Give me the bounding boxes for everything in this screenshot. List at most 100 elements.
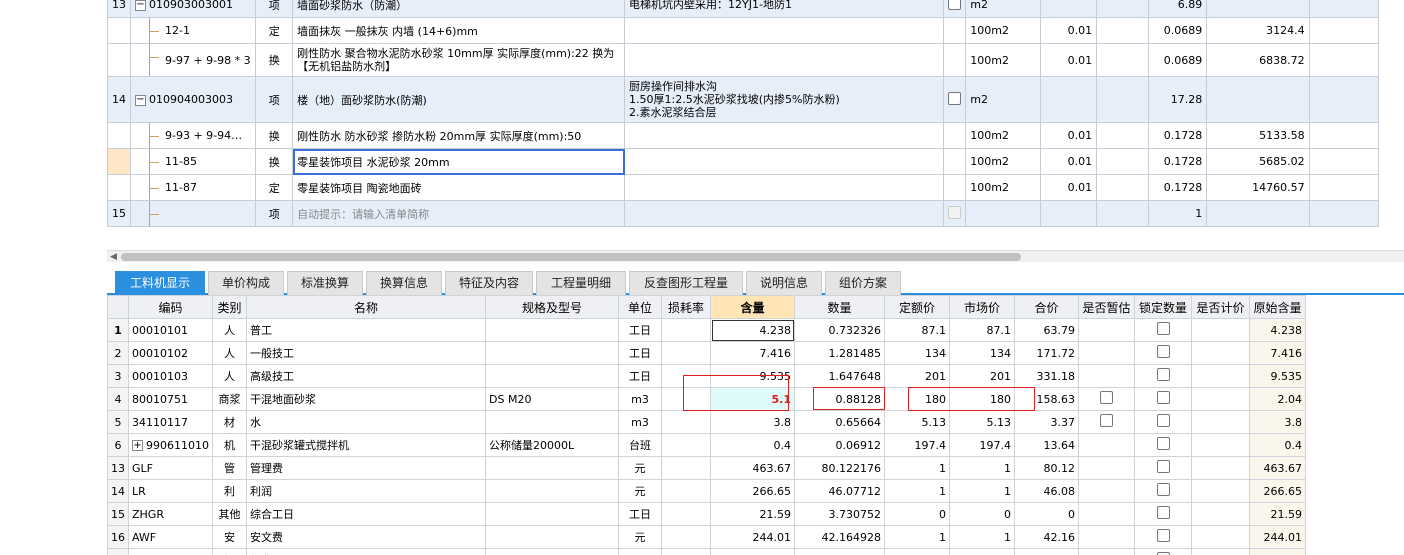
resource-content[interactable]: 4.238 — [710, 318, 795, 342]
resource-spec[interactable] — [485, 456, 619, 480]
resource-content[interactable]: 7.416 — [710, 341, 795, 365]
resource-priced[interactable] — [1191, 341, 1250, 365]
resource-spec[interactable]: 公称储量20000L — [485, 433, 619, 457]
resource-spec[interactable] — [485, 341, 619, 365]
resource-mprice[interactable]: 5.13 — [949, 410, 1015, 434]
resource-name[interactable]: 综合工日 — [246, 502, 486, 526]
resource-mprice[interactable]: 180 — [949, 387, 1015, 411]
resource-estimate[interactable] — [1078, 387, 1135, 411]
resource-name[interactable]: 安文费 — [246, 525, 486, 549]
resource-loss[interactable] — [661, 433, 711, 457]
column-header[interactable]: 定额价 — [884, 295, 950, 319]
resource-name[interactable]: 规费 — [246, 548, 486, 555]
item-feature[interactable] — [624, 43, 945, 77]
resource-priced[interactable] — [1191, 364, 1250, 388]
tab-2[interactable]: 单价构成 — [208, 271, 284, 295]
resource-content[interactable]: 21.59 — [710, 502, 795, 526]
scroll-left-icon[interactable]: ◀ — [110, 252, 117, 262]
item-name[interactable]: 零星装饰项目 陶瓷地面砖 — [292, 174, 626, 201]
item-code[interactable]: 11-85 — [129, 148, 257, 175]
resource-mprice[interactable]: 201 — [949, 364, 1015, 388]
lock-checkbox[interactable] — [1156, 322, 1170, 335]
item-feature[interactable] — [624, 174, 945, 201]
resource-name[interactable]: 一般技工 — [246, 341, 486, 365]
resource-lock[interactable] — [1134, 318, 1192, 342]
resource-loss[interactable] — [661, 387, 711, 411]
resource-code[interactable]: ZHGR — [128, 502, 213, 526]
resource-mprice[interactable]: 197.4 — [949, 433, 1015, 457]
resource-content[interactable] — [710, 548, 795, 555]
resource-spec[interactable] — [485, 364, 619, 388]
column-header[interactable]: 编码 — [128, 295, 213, 319]
item-name[interactable]: 刚性防水 聚合物水泥防水砂浆 10mm厚 实际厚度(mm):22 换为【无机铝盐… — [292, 43, 626, 77]
lock-checkbox[interactable] — [1156, 483, 1170, 496]
resource-row[interactable]: 4 80010751 商浆 干混地面砂浆 DS M20 m3 5.1 0.88128 180 18… — [107, 387, 1306, 411]
resource-loss[interactable] — [661, 479, 711, 503]
item-check[interactable] — [943, 174, 967, 201]
resource-code[interactable]: 80010751 — [128, 387, 213, 411]
lock-checkbox[interactable] — [1156, 460, 1170, 473]
resource-mprice[interactable]: 87.1 — [949, 318, 1015, 342]
item-check[interactable] — [943, 122, 967, 149]
lock-checkbox[interactable] — [1156, 391, 1170, 404]
resource-estimate[interactable] — [1078, 479, 1135, 503]
column-header[interactable]: 是否暂估 — [1078, 295, 1135, 319]
resource-lock[interactable] — [1134, 502, 1192, 526]
resource-mprice[interactable] — [949, 548, 1015, 555]
resource-estimate[interactable] — [1078, 364, 1135, 388]
resource-lock[interactable] — [1134, 387, 1192, 411]
column-header[interactable]: 名称 — [246, 295, 486, 319]
tab-3[interactable]: 标准换算 — [287, 271, 363, 295]
resource-name[interactable]: 普工 — [246, 318, 486, 342]
resource-content[interactable]: 9.535 — [710, 364, 795, 388]
resource-spec[interactable] — [485, 548, 619, 555]
column-header[interactable]: 原始含量 — [1249, 295, 1306, 319]
resource-lock[interactable] — [1134, 433, 1192, 457]
resource-spec[interactable]: DS M20 — [485, 387, 619, 411]
item-code[interactable]: −010904003003 — [129, 76, 257, 123]
resource-content[interactable]: 5.1 — [710, 387, 795, 411]
resource-priced[interactable] — [1191, 525, 1250, 549]
resource-priced[interactable] — [1191, 387, 1250, 411]
resource-name[interactable]: 高级技工 — [246, 364, 486, 388]
resource-row[interactable]: 1 00010101 人普工 工日 4.238 0.732326 87.1 87.1 63.79… — [107, 318, 1306, 342]
lock-checkbox[interactable] — [1156, 368, 1170, 381]
resource-spec[interactable] — [485, 502, 619, 526]
resource-code[interactable]: AWF — [128, 525, 213, 549]
resource-name[interactable]: 干混砂浆罐式搅拌机 — [246, 433, 486, 457]
column-header[interactable]: 市场价 — [949, 295, 1015, 319]
column-header[interactable]: 单位 — [618, 295, 662, 319]
resource-priced[interactable] — [1191, 502, 1250, 526]
resource-row[interactable]: 3 00010103 人高级技工 工日 9.535 1.647648 201 201 331.1… — [107, 364, 1306, 388]
estimate-checkbox[interactable] — [1100, 391, 1113, 404]
resource-spec[interactable] — [485, 525, 619, 549]
resource-loss[interactable] — [661, 410, 711, 434]
tab-1[interactable]: 工料机显示 — [115, 271, 205, 295]
collapse-icon[interactable]: − — [135, 0, 146, 11]
resource-row[interactable]: 15 ZHGR 其他 综合工日 工日 21.59 3.730752 0 0 0 21.59 — [107, 502, 1306, 526]
item-feature[interactable] — [624, 200, 945, 227]
resource-priced[interactable] — [1191, 433, 1250, 457]
resource-priced[interactable] — [1191, 456, 1250, 480]
resource-content[interactable]: 3.8 — [710, 410, 795, 434]
resource-priced[interactable] — [1191, 318, 1250, 342]
item-row[interactable]: 11-87 定零星装饰项目 陶瓷地面砖 100m2 0.01 0.1728 14760.5… — [107, 174, 1404, 201]
resource-loss[interactable] — [661, 502, 711, 526]
item-check[interactable] — [943, 148, 967, 175]
column-header[interactable]: 合价 — [1014, 295, 1079, 319]
column-header[interactable]: 数量 — [794, 295, 885, 319]
lock-checkbox[interactable] — [1156, 414, 1170, 427]
resource-row[interactable]: 14 LR 利利润元 266.65 46.07712 1 1 46.08 266.65 — [107, 479, 1306, 503]
resource-mprice[interactable]: 1 — [949, 525, 1015, 549]
item-feature[interactable] — [624, 148, 945, 175]
resource-loss[interactable] — [661, 548, 711, 555]
item-row[interactable]: 9-97 + 9-98 * 3 换刚性防水 聚合物水泥防水砂浆 10mm厚 实际厚… — [107, 43, 1404, 77]
resource-priced[interactable] — [1191, 410, 1250, 434]
item-name[interactable]: 墙面砂浆防水（防潮） — [292, 0, 626, 18]
resource-content[interactable]: 266.65 — [710, 479, 795, 503]
item-name[interactable]: 自动提示：请输入清单简称 — [292, 200, 626, 227]
item-name[interactable]: 刚性防水 防水砂浆 掺防水粉 20mm厚 实际厚度(mm):50 — [292, 122, 626, 149]
tab-5[interactable]: 特征及内容 — [445, 271, 533, 295]
checkbox[interactable] — [948, 0, 962, 10]
resource-spec[interactable] — [485, 410, 619, 434]
